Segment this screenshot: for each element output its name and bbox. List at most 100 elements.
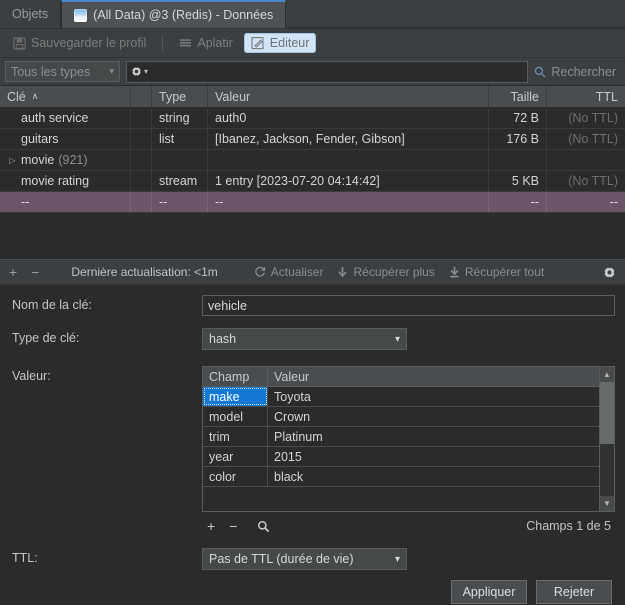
- cell-field-value[interactable]: black: [268, 467, 599, 486]
- arrow-down-icon: [337, 266, 348, 278]
- fields-table: Champ Valeur make Toyota model Crown tri…: [202, 366, 600, 512]
- column-header-field[interactable]: Champ: [203, 367, 268, 386]
- list-item[interactable]: year 2015: [203, 447, 599, 467]
- cell-field[interactable]: year: [203, 447, 268, 466]
- gear-icon[interactable]: [603, 265, 616, 279]
- cell-field-value[interactable]: Crown: [268, 407, 599, 426]
- scroll-down-arrow-icon[interactable]: ▼: [600, 496, 614, 511]
- editor-button[interactable]: Editeur: [243, 33, 317, 53]
- table-row[interactable]: ▷ movie (921): [0, 150, 625, 171]
- cell-type: list: [152, 129, 208, 149]
- search-button[interactable]: Rechercher: [534, 65, 620, 79]
- scrollbar-thumb[interactable]: [600, 382, 614, 444]
- flatten-button[interactable]: Aplatir: [172, 33, 239, 53]
- sort-ascending-icon: ∧: [31, 91, 39, 101]
- table-row[interactable]: guitars list [Ibanez, Jackson, Fender, G…: [0, 129, 625, 150]
- ttl-row: TTL: Pas de TTL (durée de vie) ▾: [0, 548, 625, 570]
- refresh-label: Actualiser: [270, 265, 324, 279]
- type-filter-value: Tous les types: [11, 64, 91, 79]
- ttl-select[interactable]: Pas de TTL (durée de vie) ▾: [202, 548, 407, 570]
- pencil-edit-icon: [251, 36, 265, 50]
- gear-dropdown-caret-icon[interactable]: ▾: [144, 67, 148, 76]
- save-profile-button[interactable]: Sauvegarder le profil: [6, 33, 153, 53]
- list-item[interactable]: color black: [203, 467, 599, 487]
- column-header-value[interactable]: Valeur: [208, 86, 489, 107]
- fields-count-label: Champs 1 de 5: [526, 519, 611, 533]
- fields-table-scrollbar[interactable]: ▲ ▼: [600, 366, 615, 512]
- search-icon[interactable]: [257, 520, 270, 533]
- cell-field[interactable]: trim: [203, 427, 268, 446]
- save-profile-label: Sauvegarder le profil: [31, 36, 147, 50]
- column-header-size[interactable]: Taille: [489, 86, 547, 107]
- cell-type: [152, 150, 208, 170]
- search-icon: [534, 66, 546, 78]
- column-header-key-label: Clé: [7, 89, 26, 104]
- cell-key: guitars: [0, 129, 131, 149]
- table-row[interactable]: movie rating stream 1 entry [2023-07-20 …: [0, 171, 625, 192]
- list-item[interactable]: trim Platinum: [203, 427, 599, 447]
- reject-button[interactable]: Rejeter: [536, 580, 612, 604]
- scroll-up-arrow-icon[interactable]: ▲: [600, 367, 614, 382]
- search-input-wrap[interactable]: ▾: [126, 60, 529, 83]
- cell-key-label: guitars: [21, 132, 59, 146]
- column-header-key[interactable]: Clé ∧: [0, 86, 131, 107]
- tab-bar: Objets (All Data) @3 (Redis) - Données: [0, 0, 625, 29]
- save-disk-icon: [13, 36, 26, 50]
- table-row-new-selected[interactable]: -- -- -- -- --: [0, 192, 625, 213]
- list-item[interactable]: make Toyota: [203, 387, 599, 407]
- apply-button[interactable]: Appliquer: [451, 580, 527, 604]
- cell-size: --: [489, 192, 547, 212]
- chevron-down-icon: ▾: [394, 333, 400, 345]
- type-filter-select[interactable]: Tous les types ▾: [5, 61, 120, 82]
- scrollbar-track[interactable]: [600, 382, 614, 496]
- cell-blank: [131, 150, 152, 170]
- chevron-right-expand-icon[interactable]: ▷: [7, 156, 18, 165]
- cell-field[interactable]: make: [203, 387, 268, 406]
- fetch-more-label: Récupérer plus: [353, 265, 435, 279]
- cell-ttl: [547, 150, 625, 170]
- cell-key: auth service: [0, 108, 131, 128]
- cell-value: 1 entry [2023-07-20 04:14:42]: [208, 171, 489, 191]
- gear-icon[interactable]: [131, 66, 142, 77]
- tab-objets[interactable]: Objets: [0, 0, 62, 28]
- column-header-type[interactable]: Type: [152, 86, 208, 107]
- column-header-field-value[interactable]: Valeur: [268, 367, 599, 386]
- cell-field-value[interactable]: 2015: [268, 447, 599, 466]
- fields-toolbar-row: + − Champs 1 de 5: [0, 512, 625, 536]
- filter-bar: Tous les types ▾ ▾ Rechercher: [0, 58, 625, 86]
- key-name-row: Nom de la clé:: [0, 295, 625, 316]
- cell-field-value[interactable]: Platinum: [268, 427, 599, 446]
- key-name-input[interactable]: [202, 295, 615, 316]
- add-key-button[interactable]: +: [9, 264, 17, 280]
- remove-key-button[interactable]: −: [31, 264, 39, 280]
- key-type-row: Type de clé: hash ▾: [0, 328, 625, 350]
- cell-value: auth0: [208, 108, 489, 128]
- key-type-select[interactable]: hash ▾: [202, 328, 407, 350]
- cell-type: --: [152, 192, 208, 212]
- key-type-label: Type de clé:: [12, 331, 80, 345]
- column-header-ttl[interactable]: TTL: [547, 86, 625, 107]
- database-tab-icon: [74, 8, 88, 22]
- table-row[interactable]: auth service string auth0 72 B (No TTL): [0, 108, 625, 129]
- fetch-all-button[interactable]: Récupérer tout: [449, 265, 544, 279]
- tab-all-data-donnees[interactable]: (All Data) @3 (Redis) - Données: [61, 0, 287, 28]
- cell-size: [489, 150, 547, 170]
- cell-size: 5 KB: [489, 171, 547, 191]
- cell-ttl: --: [609, 195, 618, 209]
- remove-field-button[interactable]: −: [229, 518, 237, 534]
- column-header-blank[interactable]: [131, 86, 152, 107]
- cell-key-label: --: [21, 195, 30, 209]
- key-table: Clé ∧ Type Valeur Taille TTL auth servic…: [0, 86, 625, 259]
- cell-value: --: [208, 192, 489, 212]
- cell-field-value[interactable]: Toyota: [268, 387, 599, 406]
- fetch-more-button[interactable]: Récupérer plus: [337, 265, 435, 279]
- search-input[interactable]: [150, 62, 524, 81]
- refresh-button[interactable]: Actualiser: [254, 265, 324, 279]
- cell-field[interactable]: color: [203, 467, 268, 486]
- tab-bar-filler: [286, 0, 625, 28]
- add-field-button[interactable]: +: [207, 518, 215, 534]
- fields-toolbar-spacer: [12, 512, 202, 515]
- cell-field[interactable]: model: [203, 407, 268, 426]
- list-item[interactable]: model Crown: [203, 407, 599, 427]
- toolbar-separator: [162, 35, 164, 51]
